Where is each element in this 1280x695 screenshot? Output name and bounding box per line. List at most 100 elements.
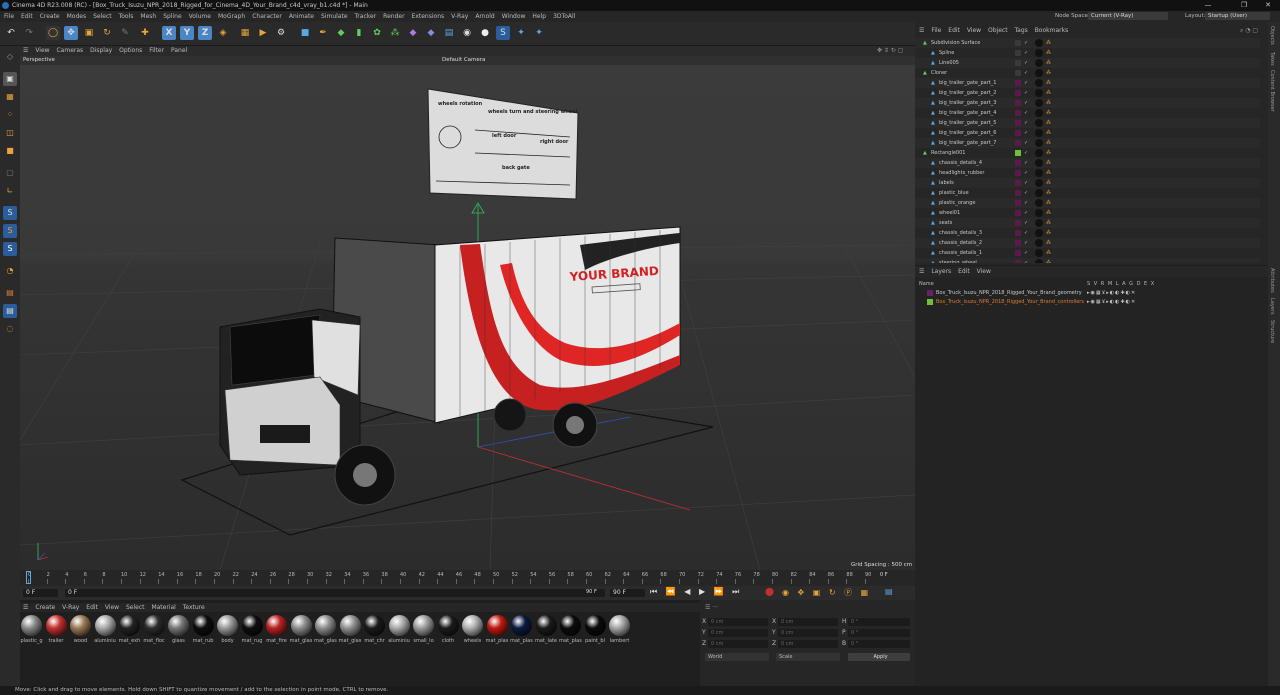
menu-edit[interactable]: Edit (21, 13, 33, 20)
object-name[interactable]: headlights_rubber (939, 168, 984, 178)
layout-dropdown[interactable]: Startup (User) (1205, 12, 1270, 20)
floor-icon[interactable]: ▤ (442, 26, 456, 40)
menu-mograph[interactable]: MoGraph (218, 13, 245, 20)
camera-icon[interactable]: ◉ (460, 26, 474, 40)
menu-3dtoall[interactable]: 3DToAll (553, 13, 575, 20)
texture-tag-icon[interactable]: ⁂ (1046, 248, 1051, 258)
menu-file[interactable]: File (4, 13, 14, 20)
texture-tag-icon[interactable]: ⁂ (1046, 218, 1051, 228)
material-swatch[interactable]: aluminiu (94, 615, 117, 644)
coordinate-system-icon[interactable]: ◈ (216, 26, 230, 40)
texture-tag-icon[interactable]: ⁂ (1046, 108, 1051, 118)
material-swatch[interactable]: mat_exh (118, 615, 141, 644)
object-row[interactable]: ▲ chassis_details_2 ✓ ⁂ (915, 238, 1260, 248)
material-menu-select[interactable]: Select (126, 604, 145, 611)
object-row[interactable]: ▲ Subdivision Surface ✓ ⁂ (915, 38, 1260, 48)
object-layer-color[interactable] (1015, 140, 1021, 146)
material-menu-create[interactable]: Create (35, 604, 55, 611)
menu-simulate[interactable]: Simulate (321, 13, 348, 20)
object-layer-color[interactable] (1015, 190, 1021, 196)
object-row[interactable]: ▲ steering_wheel ✓ ⁂ (915, 258, 1260, 263)
tab-takes[interactable]: Takes (1269, 52, 1275, 66)
python-script-icon[interactable]: ✦ (532, 26, 546, 40)
pen-spline-icon[interactable]: ✒ (316, 26, 330, 40)
render-settings-icon[interactable]: ⚙ (274, 26, 288, 40)
texture-tag-icon[interactable]: ⁂ (1046, 188, 1051, 198)
coords-menu-icon[interactable]: ☰ ··· (705, 604, 718, 611)
menu-render[interactable]: Render (383, 13, 404, 20)
object-layer-color[interactable] (1015, 100, 1021, 106)
material-menu-vray[interactable]: V-Ray (62, 604, 79, 611)
material-tag-icon[interactable] (1035, 229, 1043, 237)
object-layer-color[interactable] (1015, 50, 1021, 56)
y-axis-lock-icon[interactable]: Y (180, 26, 194, 40)
menu-arnold[interactable]: Arnold (475, 13, 494, 20)
object-name[interactable]: Subdivision Surface (931, 38, 980, 48)
object-layer-color[interactable] (1015, 90, 1021, 96)
object-menu-file[interactable]: File (931, 27, 941, 34)
object-row[interactable]: ▲ Rectangle001 ✓ ⁂ (915, 148, 1260, 158)
scale-mode-dropdown[interactable]: Scale (776, 653, 840, 661)
texture-tag-icon[interactable]: ⁂ (1046, 78, 1051, 88)
object-name[interactable]: chassis_details_3 (939, 228, 982, 238)
object-layer-color[interactable] (1015, 230, 1021, 236)
visibility-check-icon[interactable]: ✓ (1024, 208, 1028, 218)
rotation-h-field[interactable]: 0 ° (848, 618, 910, 626)
visibility-check-icon[interactable]: ✓ (1024, 228, 1028, 238)
preview-range-start-field[interactable]: 0 F (65, 589, 605, 597)
object-row[interactable]: ▲ big_trailer_gate_part_3 ✓ ⁂ (915, 98, 1260, 108)
material-swatch[interactable]: cloth (437, 615, 460, 644)
visibility-check-icon[interactable]: ✓ (1024, 68, 1028, 78)
menu-select[interactable]: Select (93, 13, 112, 20)
material-tag-icon[interactable] (1035, 129, 1043, 137)
object-layer-color[interactable] (1015, 180, 1021, 186)
object-menu-bookmarks[interactable]: Bookmarks (1035, 27, 1069, 34)
visibility-check-icon[interactable]: ✓ (1024, 248, 1028, 258)
rotation-p-field[interactable]: 0 ° (848, 629, 910, 637)
object-layer-color[interactable] (1015, 60, 1021, 66)
object-row[interactable]: ▲ big_trailer_gate_part_4 ✓ ⁂ (915, 108, 1260, 118)
object-name[interactable]: wheel01 (939, 208, 960, 218)
material-tag-icon[interactable] (1035, 179, 1043, 187)
material-tag-icon[interactable] (1035, 239, 1043, 247)
texture-tag-icon[interactable]: ⁂ (1046, 138, 1051, 148)
object-menu-edit[interactable]: Edit (948, 27, 960, 34)
material-tag-icon[interactable] (1035, 139, 1043, 147)
mograph-icon[interactable]: ⁂ (388, 26, 402, 40)
material-tag-icon[interactable] (1035, 189, 1043, 197)
field-icon[interactable]: ◆ (424, 26, 438, 40)
rotation-b-field[interactable]: 0 ° (848, 640, 910, 648)
material-tag-icon[interactable] (1035, 49, 1043, 57)
visibility-check-icon[interactable]: ✓ (1024, 198, 1028, 208)
tab-structure[interactable]: Structure (1269, 320, 1275, 343)
visibility-check-icon[interactable]: ✓ (1024, 108, 1028, 118)
sculpt-icon-3[interactable]: S (3, 242, 17, 256)
viewport-menu-display[interactable]: Display (90, 47, 112, 54)
material-swatch[interactable]: mat_glas (314, 615, 337, 644)
end-frame-field[interactable]: 90 F (610, 589, 645, 597)
object-name[interactable]: Spline (939, 48, 954, 58)
visibility-check-icon[interactable]: ✓ (1024, 48, 1028, 58)
render-view-icon[interactable]: ▦ (238, 26, 252, 40)
material-swatch[interactable]: mat_plas (486, 615, 509, 644)
material-swatch[interactable]: small_lo (412, 615, 435, 644)
texture-tag-icon[interactable]: ⁂ (1046, 238, 1051, 248)
make-editable-icon[interactable]: ◇ (3, 50, 17, 64)
object-layer-color[interactable] (1015, 210, 1021, 216)
object-name[interactable]: labels (939, 178, 954, 188)
material-swatch[interactable]: mat_rug (241, 615, 264, 644)
material-swatch[interactable]: paint_bl (584, 615, 607, 644)
object-layer-color[interactable] (1015, 110, 1021, 116)
material-tag-icon[interactable] (1035, 59, 1043, 67)
menu-volume[interactable]: Volume (189, 13, 211, 20)
object-row[interactable]: ▲ seats ✓ ⁂ (915, 218, 1260, 228)
material-swatch[interactable]: mat_plas (559, 615, 582, 644)
object-name[interactable]: big_trailer_gate_part_4 (939, 108, 996, 118)
light-icon[interactable]: ● (478, 26, 492, 40)
layer-color-swatch[interactable] (927, 299, 933, 305)
sculpt-icon-1[interactable]: S (3, 206, 17, 220)
visibility-check-icon[interactable]: ✓ (1024, 98, 1028, 108)
object-name[interactable]: Rectangle001 (931, 148, 965, 158)
lock-workplane-icon[interactable]: ▤ (3, 304, 17, 318)
object-row[interactable]: ▲ labels ✓ ⁂ (915, 178, 1260, 188)
